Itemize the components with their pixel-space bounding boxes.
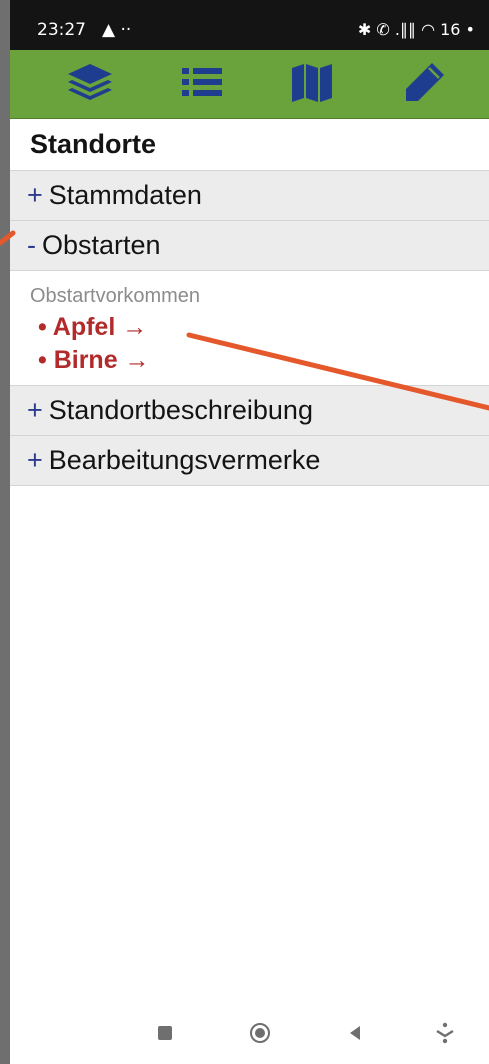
layers-icon [68, 64, 112, 100]
lock-notification-icon: ▲ ·· [102, 20, 132, 40]
section-label: Bearbeitungsvermerke [48, 445, 321, 475]
section-header-bearbeitungsvermerke[interactable]: + Bearbeitungsvermerke [10, 435, 489, 486]
expand-sign: + [27, 395, 43, 425]
section-label: Stammdaten [48, 180, 202, 210]
assistant-button[interactable] [427, 1018, 463, 1048]
edit-button[interactable] [395, 57, 455, 107]
section-header-standortbeschreibung[interactable]: + Standortbeschreibung [10, 385, 489, 435]
page-title: Standorte [30, 129, 157, 159]
map-icon [292, 64, 332, 102]
map-button[interactable] [282, 57, 342, 107]
collapse-sign: - [27, 230, 36, 260]
recent-apps-button[interactable] [147, 1018, 183, 1048]
expand-sign: + [27, 180, 43, 210]
app-toolbar [10, 50, 489, 119]
fruit-link-birne[interactable]: • Birne → [30, 344, 489, 377]
section-label: Standortbeschreibung [48, 395, 313, 425]
assistant-icon [436, 1022, 454, 1044]
section-body-obstarten: Obstartvorkommen • Apfel → • Birne → [10, 270, 489, 385]
section-header-stammdaten[interactable]: + Stammdaten [10, 170, 489, 220]
status-indicators: ✱ ✆ .∥∥ ◠ 16 • [357, 20, 475, 39]
recent-apps-icon [158, 1026, 172, 1040]
back-button[interactable] [337, 1018, 373, 1048]
back-icon [350, 1026, 360, 1040]
expand-sign: + [27, 445, 43, 475]
main-content: Standorte + Stammdaten - Obstarten Obstart… [10, 118, 489, 486]
layers-button[interactable] [60, 57, 120, 107]
fruit-list: • Apfel → • Birne → [30, 311, 489, 377]
section-header-obstarten[interactable]: - Obstarten [10, 220, 489, 270]
fruit-link-apfel[interactable]: • Apfel → [30, 311, 489, 344]
window-edge [0, 0, 10, 1064]
home-icon [250, 1023, 270, 1043]
section-label: Obstarten [42, 230, 161, 260]
list-button[interactable] [172, 57, 232, 107]
status-bar: 23:27 ▲ ·· ✱ ✆ .∥∥ ◠ 16 • [10, 0, 489, 50]
list-icon [182, 68, 222, 96]
system-nav-bar [10, 1000, 489, 1064]
pencil-icon [406, 63, 444, 101]
status-time: 23:27 [37, 20, 86, 40]
home-button[interactable] [242, 1018, 278, 1048]
subsection-label: Obstartvorkommen [30, 285, 201, 307]
phone-screen: 23:27 ▲ ·· ✱ ✆ .∥∥ ◠ 16 • Standorte + St… [10, 0, 489, 1064]
